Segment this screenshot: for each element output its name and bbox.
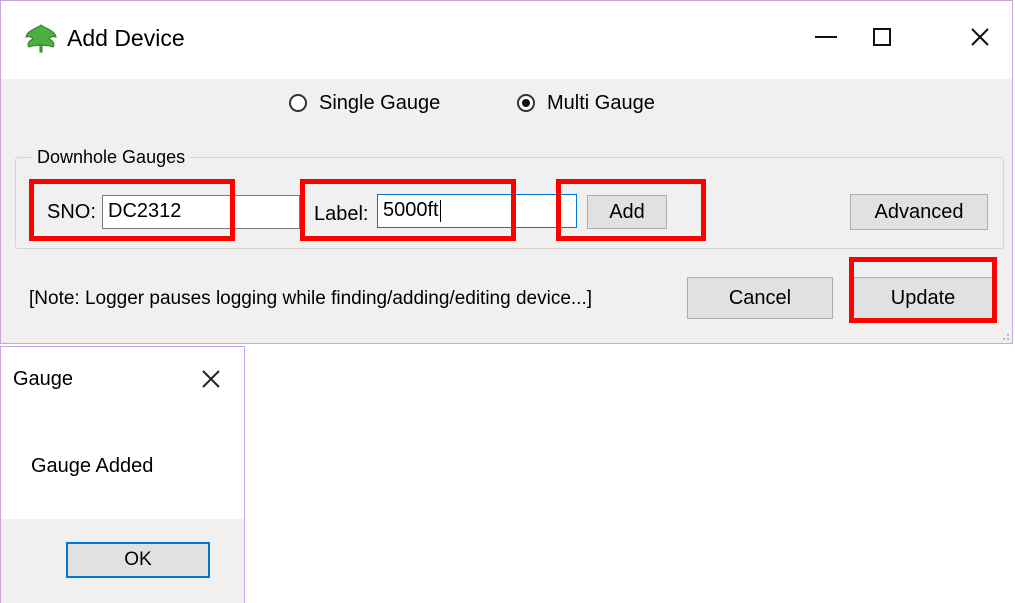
cancel-button[interactable]: Cancel [687,277,833,319]
minimize-icon [815,36,837,38]
radio-unchecked-icon [289,94,307,112]
label-label: Label: [314,203,369,225]
multi-gauge-radio[interactable]: Multi Gauge [517,89,655,117]
ok-button[interactable]: OK [66,542,210,578]
close-icon [971,28,989,46]
maximize-button[interactable] [847,9,917,65]
close-button[interactable] [945,9,1015,65]
label-input[interactable]: 5000ft [377,194,577,228]
sno-input[interactable]: DC2312 [102,195,300,229]
advanced-button[interactable]: Advanced [850,194,988,230]
sno-label: SNO: [47,201,96,223]
group-legend: Downhole Gauges [32,144,191,170]
title-bar: Add Device [1,1,1012,79]
maximize-icon [873,28,891,46]
gauge-message-dialog: Gauge Gauge Added OK [0,346,245,603]
multi-gauge-label: Multi Gauge [547,92,655,114]
leaf-icon [25,24,57,53]
dialog-footer: OK [1,519,244,603]
close-icon [202,370,220,388]
dialog-title: Gauge [13,368,74,390]
single-gauge-label: Single Gauge [319,92,441,114]
single-gauge-radio[interactable]: Single Gauge [289,89,440,117]
radio-checked-icon [517,94,535,112]
resize-grip-icon[interactable] [998,329,1010,341]
label-value: 5000ft [383,199,439,221]
dialog-message: Gauge Added [31,455,154,477]
dialog-close-button[interactable] [191,361,231,397]
sno-value: DC2312 [108,200,182,222]
window-title: Add Device [67,25,185,51]
add-device-window: Add Device Single Gauge Multi Gauge Down… [0,0,1013,344]
add-button[interactable]: Add [587,195,667,229]
logging-note: [Note: Logger pauses logging while findi… [29,288,592,309]
text-caret [439,199,441,222]
update-button[interactable]: Update [853,277,993,319]
